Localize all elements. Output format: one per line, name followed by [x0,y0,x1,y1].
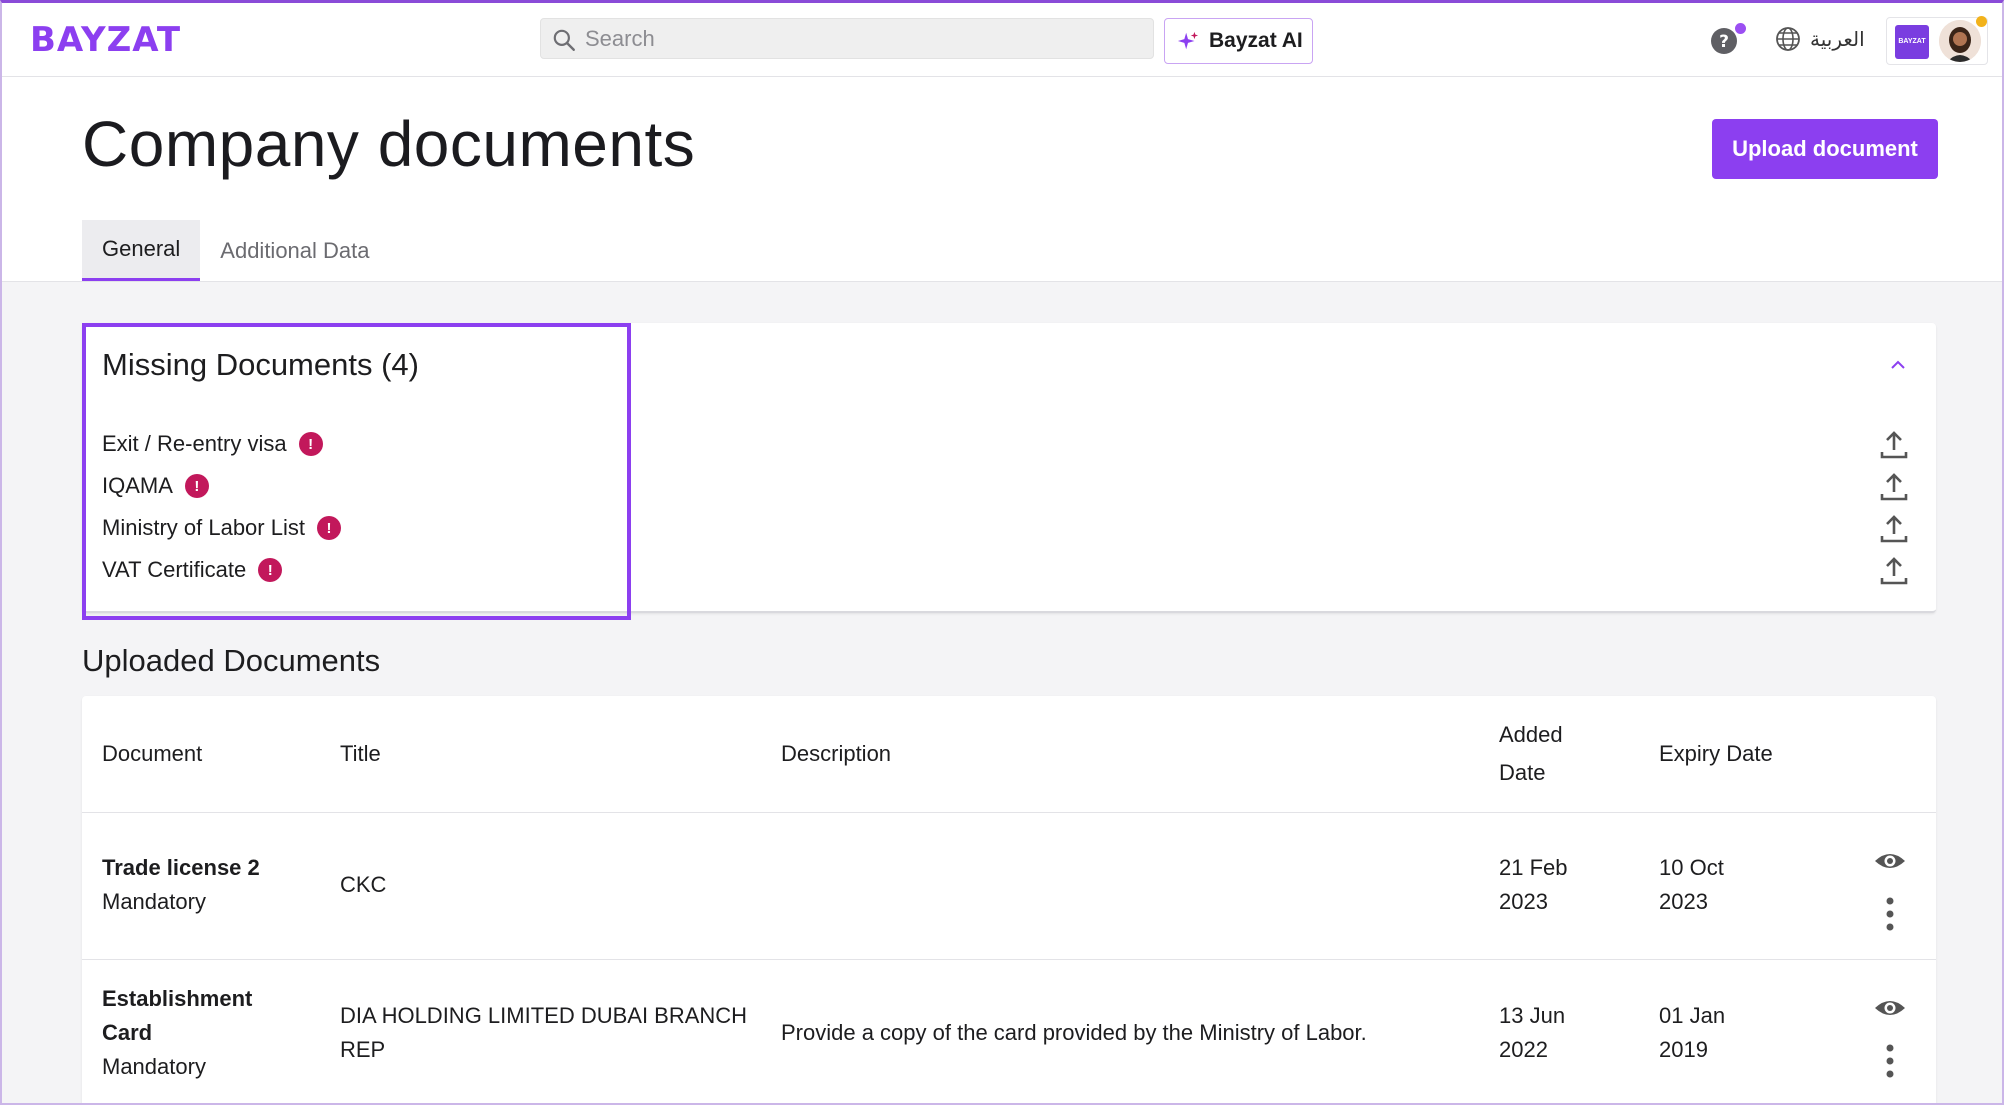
bayzat-ai-button[interactable]: Bayzat AI [1164,18,1313,64]
title-line1: DIA HOLDING LIMITED DUBAI BRANCH [340,1003,748,1028]
document-cell: Establishment Card Mandatory [102,982,252,1084]
expiry-date-line2: 2019 [1659,1037,1708,1062]
table-row[interactable]: Trade license 2 Mandatory CKC 21 Feb 202… [82,813,1936,960]
missing-documents-title: Missing Documents (4) [102,347,419,382]
missing-item: Ministry of Labor List ! [102,507,341,549]
column-header-expiry-date[interactable]: Expiry Date [1659,735,1773,773]
missing-item: IQAMA ! [102,465,341,507]
document-name-line1: Establishment [102,986,253,1011]
upload-icon-column [1877,428,1911,596]
language-label: العربية [1810,28,1865,51]
upload-icon[interactable] [1877,512,1911,546]
table-row[interactable]: Establishment Card Mandatory DIA HOLDING… [82,960,1936,1103]
upload-icon[interactable] [1877,470,1911,504]
title-line2: REP [340,1037,386,1062]
search-box[interactable] [540,18,1154,59]
title-cell: CKC [340,872,387,897]
chevron-up-icon[interactable] [1888,357,1908,373]
warning-icon: ! [316,516,341,540]
added-date-line1: 21 Feb [1499,855,1568,880]
globe-icon [1776,27,1800,51]
document-status: Mandatory [102,1054,206,1079]
company-logo: BAYZAT [1895,25,1929,59]
added-date-line2: 2023 [1499,889,1548,914]
expiry-date-line1: 01 Jan [1659,1003,1726,1028]
status-dot [1976,16,1987,27]
notification-dot [1735,23,1746,34]
uploaded-documents-title: Uploaded Documents [82,643,381,678]
bayzat-logo[interactable]: BAYZAT [30,21,181,59]
missing-item-label: VAT Certificate [102,557,247,582]
column-header-added-date[interactable]: Added Date [1499,716,1563,792]
search-input[interactable] [585,19,1145,58]
warning-icon: ! [258,558,283,582]
language-switcher[interactable]: العربية [1774,25,1865,53]
document-name-line2: Card [102,1020,153,1045]
expiry-date-line1: 10 Oct [1659,855,1724,880]
page-title: Company documents [82,108,696,180]
description-cell: Provide a copy of the card provided by t… [781,1020,1367,1045]
missing-item: VAT Certificate ! [102,549,341,591]
expiry-date-line2: 2023 [1659,889,1708,914]
added-date-line2: 2022 [1499,1037,1548,1062]
missing-item-label: Ministry of Labor List [102,515,305,540]
column-header-description[interactable]: Description [781,735,891,773]
tab-bar: General Additional Data [82,220,390,281]
eye-icon[interactable] [1873,849,1907,873]
warning-icon: ! [298,432,323,456]
top-bar: BAYZAT Bayzat AI ? [2,3,2002,77]
column-header-added-line1: Added [1499,722,1563,747]
tab-general[interactable]: General [82,220,201,281]
expiry-date-cell: 10 Oct 2023 [1659,851,1724,919]
expiry-date-cell: 01 Jan 2019 [1659,999,1725,1067]
column-header-added-line2: Date [1499,760,1546,785]
help-icon[interactable]: ? [1710,27,1738,55]
upload-icon[interactable] [1877,428,1911,462]
missing-documents-card: Missing Documents (4) Exit / Re-entry vi… [82,323,1936,620]
svg-text:?: ? [1719,32,1729,52]
upload-icon[interactable] [1877,554,1911,588]
missing-documents-list: Exit / Re-entry visa ! IQAMA ! Ministry … [102,423,341,591]
added-date-cell: 21 Feb 2023 [1499,851,1568,919]
column-header-document[interactable]: Document [102,735,202,773]
added-date-line1: 13 Jun [1499,1003,1566,1028]
document-status: Mandatory [102,889,206,914]
bayzat-ai-label: Bayzat AI [1209,29,1303,52]
search-icon [553,29,575,51]
page-header: Company documents Upload document Genera… [2,77,2002,282]
warning-icon: ! [184,474,209,498]
uploaded-documents-table: Document Title Description Added Date Ex… [82,696,1936,1103]
more-options-icon[interactable] [1885,1044,1895,1078]
document-cell: Trade license 2 Mandatory [102,851,260,919]
column-header-title[interactable]: Title [340,735,381,773]
missing-item: Exit / Re-entry visa ! [102,423,341,465]
sparkle-icon [1177,31,1199,50]
eye-icon[interactable] [1873,996,1907,1020]
app-window: BAYZAT Bayzat AI ? [0,0,2004,1105]
missing-item-label: IQAMA [102,473,173,498]
profile-menu[interactable]: BAYZAT [1886,16,1988,65]
table-header: Document Title Description Added Date Ex… [82,696,1936,813]
title-cell: DIA HOLDING LIMITED DUBAI BRANCH REP [340,999,747,1067]
added-date-cell: 13 Jun 2022 [1499,999,1565,1067]
more-options-icon[interactable] [1885,897,1895,931]
tab-additional-data[interactable]: Additional Data [200,220,389,281]
document-name: Trade license 2 [102,855,260,880]
avatar [1939,20,1981,62]
missing-item-label: Exit / Re-entry visa [102,431,287,456]
upload-document-button[interactable]: Upload document [1712,119,1938,179]
